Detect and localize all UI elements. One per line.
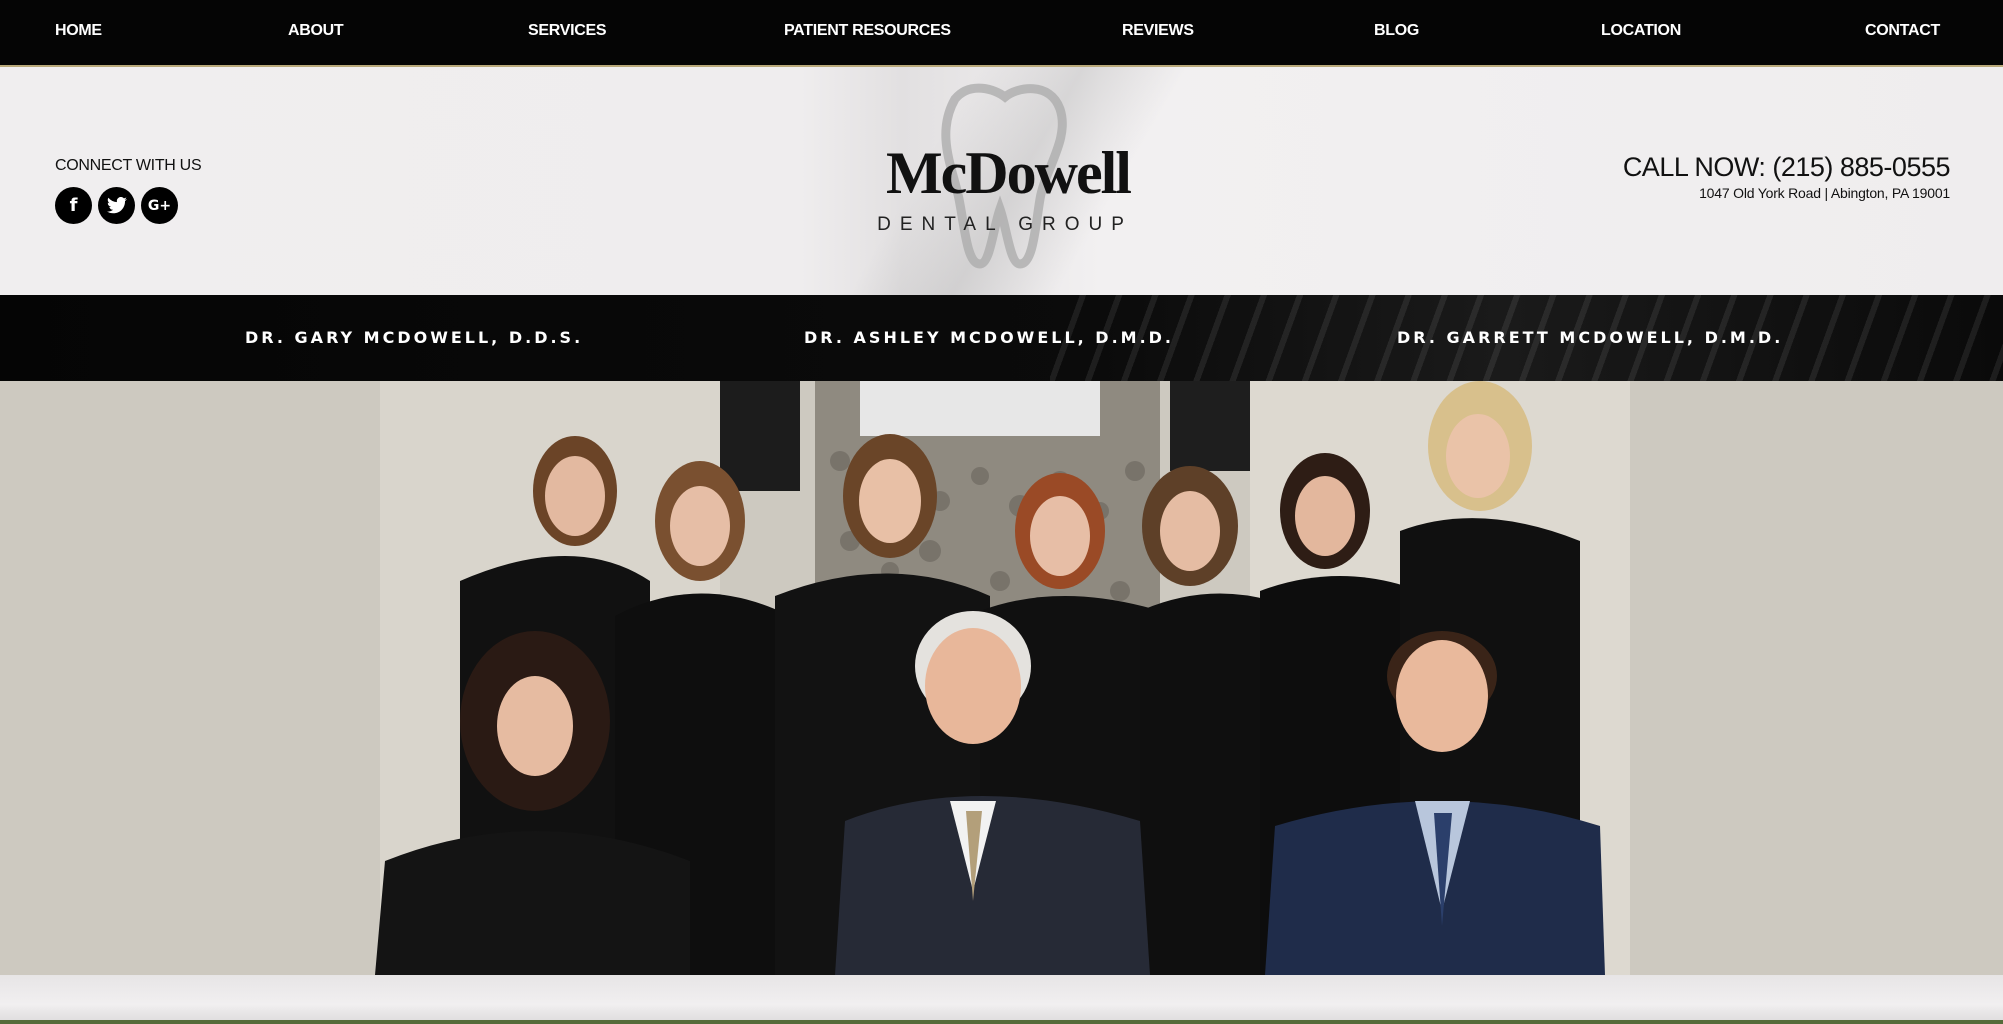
doctor-link-ashley[interactable]: DR. ASHLEY MCDOWELL, D.M.D. [804,328,1174,347]
address: 1047 Old York Road | Abington, PA 19001 [1699,185,1950,201]
footer-strip [0,975,2003,1024]
doctors-bar: DR. GARY MCDOWELL, D.D.S. DR. ASHLEY MCD… [0,295,2003,381]
team-photo [0,381,2003,975]
call-block: CALL NOW: (215) 885-0555 1047 Old York R… [1623,152,1951,201]
site-header: CONNECT WITH US f G+ McDowell DENTAL GRO… [0,67,2003,295]
nav-reviews[interactable]: REVIEWS [1122,22,1194,40]
nav-about[interactable]: ABOUT [288,22,344,40]
top-navigation: HOME ABOUT SERVICES PATIENT RESOURCES RE… [0,0,2003,67]
logo-subtitle: DENTAL GROUP [877,214,1133,235]
nav-contact[interactable]: CONTACT [1865,22,1940,40]
social-links: f G+ [55,187,178,224]
call-now-phone[interactable]: CALL NOW: (215) 885-0555 [1623,152,1951,183]
nav-patient-resources[interactable]: PATIENT RESOURCES [784,22,951,40]
nav-blog[interactable]: BLOG [1374,22,1419,40]
connect-label: CONNECT WITH US [55,157,202,174]
doctor-link-garrett[interactable]: DR. GARRETT MCDOWELL, D.M.D. [1397,328,1783,347]
google-plus-icon[interactable]: G+ [141,187,178,224]
footer-accent-line [0,1020,2003,1024]
nav-location[interactable]: LOCATION [1601,22,1681,40]
doctor-link-gary[interactable]: DR. GARY MCDOWELL, D.D.S. [245,328,583,347]
site-logo[interactable]: McDowell DENTAL GROUP [855,79,1155,279]
nav-services[interactable]: SERVICES [528,22,607,40]
logo-name: McDowell [886,140,1132,206]
facebook-icon[interactable]: f [55,187,92,224]
twitter-icon[interactable] [98,187,135,224]
team-photo-illustration [0,381,2003,975]
nav-home[interactable]: HOME [55,22,102,40]
